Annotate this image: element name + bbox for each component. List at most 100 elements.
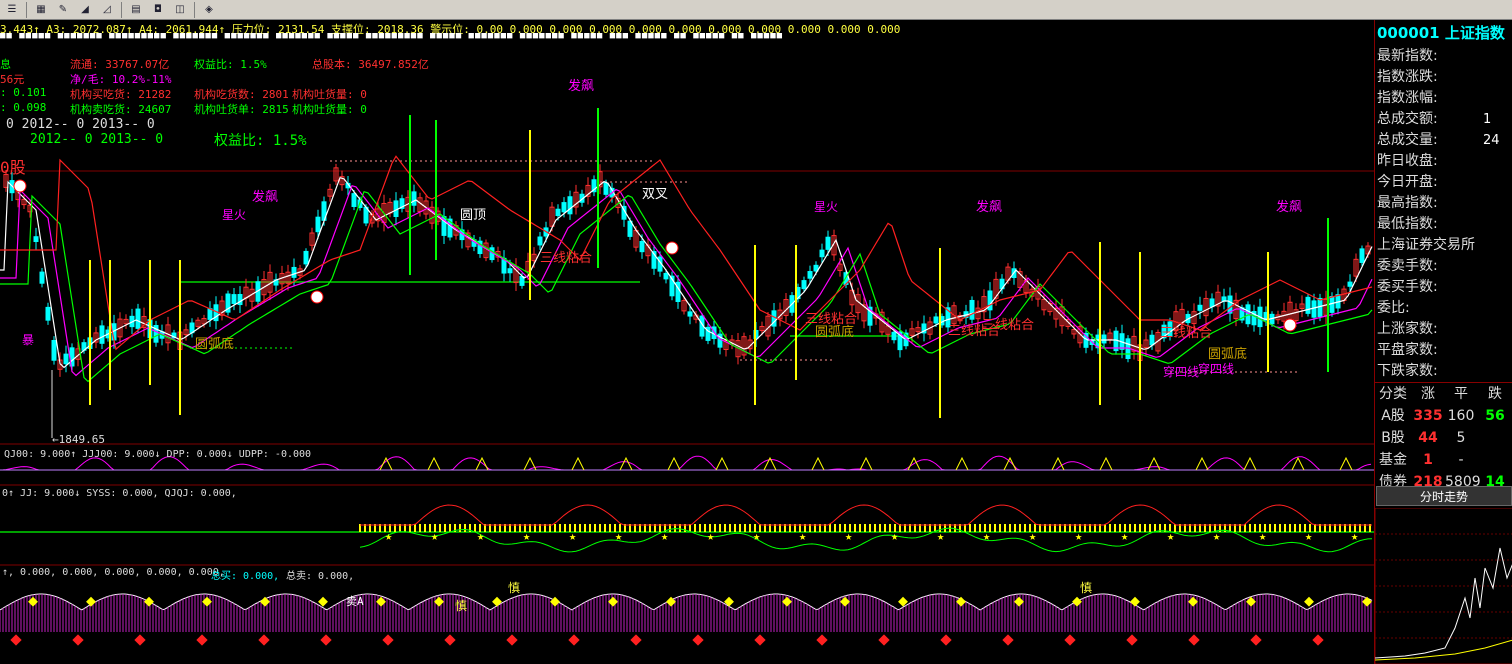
star-marker: ★ [1121, 529, 1128, 543]
diamond-marker [1130, 596, 1140, 607]
quote-row: 今日开盘: [1375, 172, 1512, 193]
quote-label: 指数涨幅: [1377, 90, 1438, 106]
candle-body [1101, 334, 1107, 344]
quote-title[interactable]: 000001 上证指数 [1375, 20, 1512, 46]
candle-body [1305, 296, 1311, 314]
quote-row: 委比: [1375, 298, 1512, 319]
measure-icon[interactable]: ◢ [75, 1, 95, 19]
diamond-marker [630, 634, 642, 646]
diamond-marker [134, 634, 146, 646]
star-marker: ★ [937, 529, 944, 543]
candle-body [825, 236, 831, 250]
smiley-icon [665, 241, 679, 255]
indicator-header-3c: 总卖: 0.000, [286, 571, 355, 582]
star-marker: ★ [523, 529, 530, 543]
stats-header-flat: 平 [1454, 386, 1468, 402]
candle-body [819, 249, 825, 258]
menu-icon[interactable]: ☰ [2, 1, 22, 19]
quote-label: 委比: [1377, 300, 1410, 316]
candle-body [561, 202, 567, 213]
indicator-peak [1003, 456, 1017, 471]
quote-label: 委买手数: [1377, 279, 1438, 295]
quote-label: 总成交额: [1377, 111, 1438, 127]
star-marker: ★ [1029, 529, 1036, 543]
pattern-yuanding: 圆顶 [460, 208, 487, 223]
info-inst-buy: 机构买吃货: 21282 [70, 88, 172, 101]
chart-icon[interactable]: ▦ [31, 1, 51, 19]
quote-label: 上涨家数: [1377, 321, 1438, 337]
quote-label: 上海证券交易所 [1377, 237, 1475, 253]
intraday-tab[interactable]: 分时走势 [1376, 486, 1512, 506]
star-marker: ★ [753, 529, 760, 543]
stats-row[interactable]: B股 44 5 [1375, 427, 1512, 449]
ruler-icon[interactable]: ◿ [97, 1, 117, 19]
draw-icon[interactable]: ✎ [53, 1, 73, 19]
diamond-marker [608, 596, 618, 607]
indicator-header-1: QJ00: 9.000↑ JJJ00: 9.000↓ DPP: 0.000↓ U… [4, 449, 312, 460]
quote-value: 1 [1483, 112, 1492, 127]
candle-body [891, 331, 897, 341]
star-marker: ★ [891, 529, 898, 543]
quote-label: 平盘家数: [1377, 342, 1438, 358]
signal-fapiao-1: 发飙 [568, 79, 595, 94]
hint-icon[interactable]: ◈ [199, 1, 219, 19]
quote-row: 委卖手数: [1375, 256, 1512, 277]
indicator-peak [667, 456, 681, 471]
diamond-marker [258, 634, 270, 646]
indicator-peak [811, 456, 825, 471]
market-stats-table: 分类 涨 平 跌 A股 335 160 56 B股 44 5 基金 1 - 债券… [1375, 382, 1512, 493]
quote-row: 昨日收盘: [1375, 151, 1512, 172]
diamond-marker [1064, 634, 1076, 646]
stock-icon[interactable]: ◫ [170, 1, 190, 19]
info-corner: 0股 [0, 158, 26, 177]
indicator-peak [1195, 456, 1209, 471]
smiley-icon [13, 179, 27, 193]
intraday-mini-chart[interactable] [1375, 508, 1512, 664]
diamond-marker [86, 596, 96, 607]
candle-body [39, 271, 45, 284]
candle-body [639, 240, 645, 253]
diamond-marker [878, 634, 890, 646]
indicator-header-2: 0↑ JJ: 9.000↓ SYSS: 0.000, QJQJ: 0.000, [2, 488, 237, 499]
stats-row[interactable]: 基金 1 - [1375, 449, 1512, 471]
quote-label: 最低指数: [1377, 216, 1438, 232]
candle-body [51, 339, 57, 361]
info-price: 56元 [0, 73, 25, 86]
star-marker: ★ [385, 529, 392, 543]
star-marker: ★ [1305, 529, 1312, 543]
star-marker: ★ [1259, 529, 1266, 543]
stats-cat: A股 [1381, 408, 1405, 424]
stats-row[interactable]: A股 335 160 56 [1375, 405, 1512, 427]
pattern-sanxian-1: 三线粘合 [540, 251, 593, 266]
kline-chart-area[interactable]: ★ ★ ★ ★ ★ ★ ★ ★ ★ ★ ★ ★ ★ ★ ★ ★ ★ ★ ★ ★ ★ ★ 3.443↑ A3: 2072.0… [0, 20, 1374, 664]
diamond-marker [1126, 634, 1138, 646]
indicator-peak [859, 456, 873, 471]
diamond-marker [754, 634, 766, 646]
info-icon[interactable]: ▤ [126, 1, 146, 19]
candle-body [1209, 298, 1215, 308]
candle-body [99, 325, 105, 344]
star-marker: ★ [569, 529, 576, 543]
diamond-marker [1304, 596, 1314, 607]
quote-row: 最高指数: [1375, 193, 1512, 214]
toolbar-separator [194, 1, 195, 18]
indicator-peak [379, 456, 393, 471]
indicator-peak [1339, 456, 1353, 471]
news-icon[interactable]: ◘ [148, 1, 168, 19]
quote-row: 最低指数: [1375, 214, 1512, 235]
stats-flat: 160 [1447, 408, 1475, 424]
candle-body [63, 353, 69, 365]
star-marker: ★ [799, 529, 806, 543]
info-inst-out-2: 机构吐货量: 0 [292, 103, 367, 116]
star-marker: ★ [1075, 529, 1082, 543]
signal-fapiao-4: 发飙 [1276, 200, 1303, 215]
indicator-header-3b: 总买: 0.000, [211, 571, 280, 582]
pattern-sanxian-5: 三线粘合 [1160, 326, 1213, 341]
star-marker: ★ [431, 529, 438, 543]
toolbar-separator [121, 1, 122, 18]
info-label: 息 [0, 58, 11, 71]
candle-body [663, 272, 669, 280]
candle-body [411, 191, 417, 206]
diamond-marker [1312, 634, 1324, 646]
pattern-yuanhu-2: 圆弧底 [815, 325, 855, 340]
